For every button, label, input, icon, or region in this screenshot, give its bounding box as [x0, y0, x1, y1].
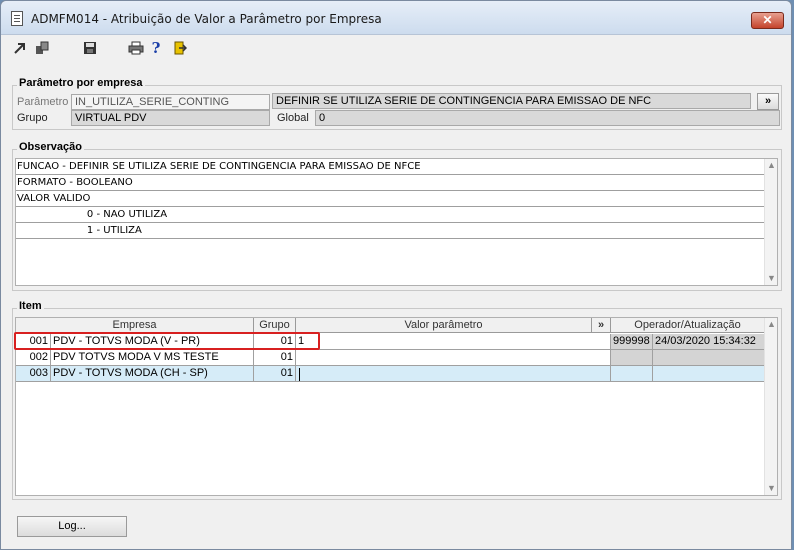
global-label: Global: [277, 112, 309, 124]
expand-valor-button[interactable]: »: [592, 318, 611, 333]
help-icon[interactable]: ?: [147, 39, 165, 57]
observacao-group-title: Observação: [17, 141, 84, 153]
parametro-field[interactable]: IN_UTILIZA_SERIE_CONTING: [71, 94, 270, 110]
row-empresa: PDV TOTVS MODA V MS TESTE: [51, 350, 254, 366]
item-grid-scrollbar[interactable]: ▲ ▼: [764, 318, 777, 495]
window-title: ADMFM014 - Atribuição de Valor a Parâmet…: [31, 12, 382, 26]
row-valor-input[interactable]: [296, 350, 611, 366]
toolbar: ?: [9, 39, 209, 59]
copy-icon[interactable]: [33, 39, 51, 57]
row-atualizacao: 24/03/2020 15:34:32: [653, 334, 765, 350]
observacao-line: FUNCAO - DEFINIR SE UTILIZA SERIE DE CON…: [16, 159, 766, 175]
global-field: 0: [315, 110, 780, 126]
row-code: 002: [16, 350, 51, 366]
row-operador: [611, 350, 653, 366]
column-header-operador[interactable]: Operador/Atualização: [611, 318, 765, 333]
row-empresa: PDV - TOTVS MODA (CH - SP): [51, 366, 254, 382]
row-atualizacao: [653, 366, 765, 382]
row-operador: 999998: [611, 334, 653, 350]
grupo-label: Grupo: [17, 112, 48, 124]
scroll-up-icon[interactable]: ▲: [765, 318, 778, 331]
annotation-highlight-box: [14, 332, 320, 350]
print-icon[interactable]: [127, 39, 145, 57]
scroll-down-icon[interactable]: ▼: [765, 482, 778, 495]
main-window: ADMFM014 - Atribuição de Valor a Parâmet…: [0, 0, 792, 550]
exit-icon[interactable]: [171, 39, 189, 57]
parametro-group-title: Parâmetro por empresa: [17, 77, 145, 89]
scroll-down-icon[interactable]: ▼: [765, 272, 778, 285]
observacao-textarea[interactable]: FUNCAO - DEFINIR SE UTILIZA SERIE DE CON…: [15, 158, 778, 286]
grupo-field: VIRTUAL PDV: [71, 110, 270, 126]
save-icon[interactable]: [81, 39, 99, 57]
observacao-line: VALOR VALIDO: [16, 191, 766, 207]
move-icon[interactable]: [11, 39, 29, 57]
text-cursor: [299, 368, 300, 381]
document-icon: [11, 11, 23, 26]
parametro-description-field: DEFINIR SE UTILIZA SERIE DE CONTINGENCIA…: [272, 93, 751, 109]
parametro-label: Parâmetro: [17, 96, 69, 108]
row-grupo: 01: [254, 366, 296, 382]
item-group-title: Item: [17, 300, 44, 312]
observacao-line: FORMATO - BOOLEANO: [16, 175, 766, 191]
observacao-scrollbar[interactable]: ▲ ▼: [764, 159, 777, 285]
row-valor-input[interactable]: [296, 366, 611, 382]
row-operador: [611, 366, 653, 382]
observacao-line: 0 - NAO UTILIZA: [16, 207, 766, 223]
log-button[interactable]: Log...: [17, 516, 127, 537]
row-atualizacao: [653, 350, 765, 366]
row-grupo: 01: [254, 350, 296, 366]
observacao-line: 1 - UTILIZA: [16, 223, 766, 239]
close-button[interactable]: ✕: [751, 12, 784, 29]
row-valor-input[interactable]: 1: [296, 334, 611, 350]
title-bar: ADMFM014 - Atribuição de Valor a Parâmet…: [1, 1, 791, 35]
column-header-valor[interactable]: Valor parâmetro: [296, 318, 592, 333]
column-header-grupo[interactable]: Grupo: [254, 318, 296, 333]
column-header-empresa[interactable]: Empresa: [16, 318, 254, 333]
expand-description-button[interactable]: »: [757, 93, 779, 110]
scroll-up-icon[interactable]: ▲: [765, 159, 778, 172]
row-code: 003: [16, 366, 51, 382]
